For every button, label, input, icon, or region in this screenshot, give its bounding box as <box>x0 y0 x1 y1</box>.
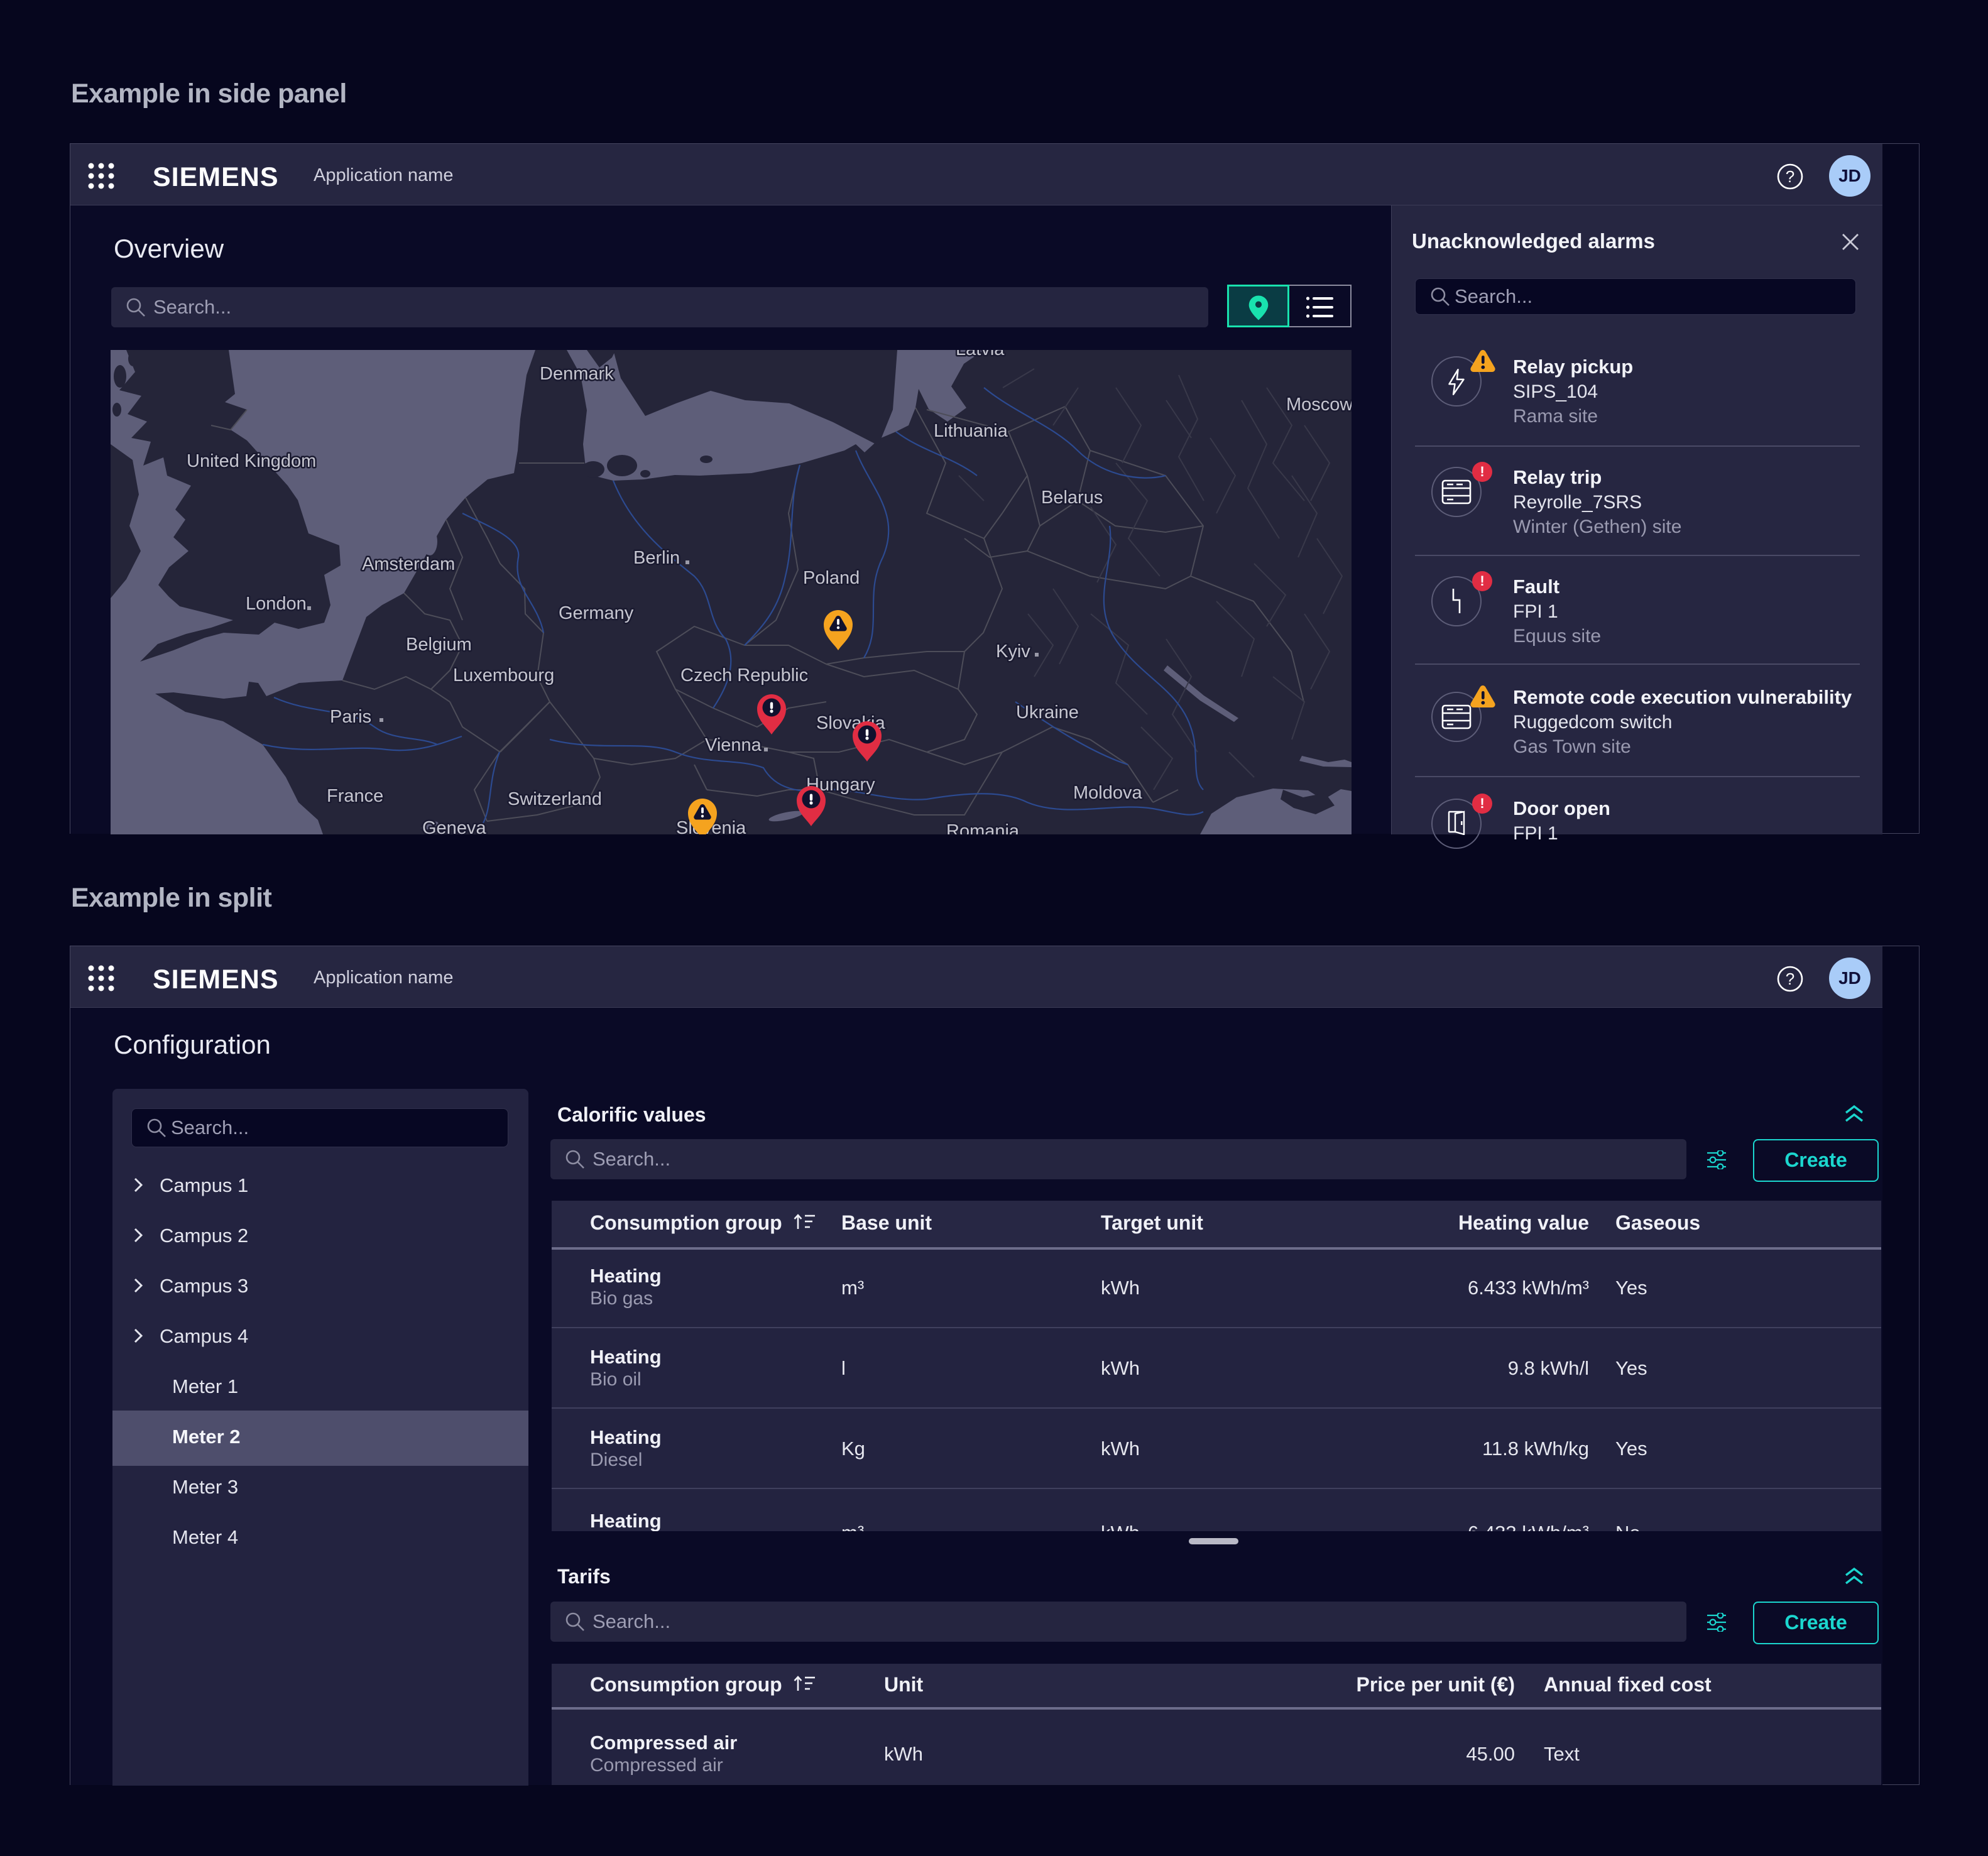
svg-text:?: ? <box>1786 969 1794 988</box>
svg-text:Kyiv: Kyiv <box>996 641 1030 662</box>
svg-text:Poland: Poland <box>803 568 860 588</box>
svg-text:Denmark: Denmark <box>540 364 614 384</box>
svg-text:Amsterdam: Amsterdam <box>362 554 455 574</box>
svg-text:Geneva: Geneva <box>422 818 486 834</box>
svg-text:Latvia: Latvia <box>956 350 1005 359</box>
svg-text:Berlin: Berlin <box>633 548 680 568</box>
svg-text:Romania: Romania <box>946 821 1020 834</box>
svg-text:Moscow: Moscow <box>1286 395 1352 415</box>
svg-text:United Kingdom: United Kingdom <box>187 451 316 471</box>
svg-text:?: ? <box>1786 167 1794 186</box>
svg-text:Belarus: Belarus <box>1041 488 1103 508</box>
svg-text:Lithuania: Lithuania <box>934 421 1008 441</box>
svg-text:Ukraine: Ukraine <box>1016 702 1079 723</box>
svg-text:Germany: Germany <box>559 603 634 623</box>
svg-text:Moldova: Moldova <box>1073 783 1142 803</box>
svg-text:Czech Republic: Czech Republic <box>680 665 808 685</box>
svg-text:London: London <box>246 594 307 614</box>
svg-text:Vienna: Vienna <box>705 735 762 755</box>
svg-text:Paris: Paris <box>330 707 371 727</box>
svg-text:Belgium: Belgium <box>406 635 472 655</box>
svg-text:Luxembourg: Luxembourg <box>453 665 554 685</box>
svg-text:France: France <box>327 786 383 806</box>
svg-text:Switzerland: Switzerland <box>508 789 602 809</box>
